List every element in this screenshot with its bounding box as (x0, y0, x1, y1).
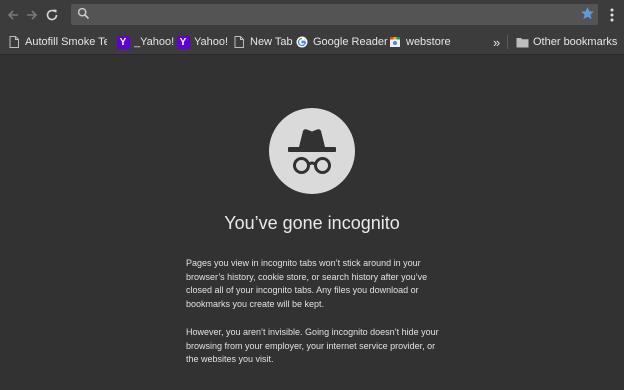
incognito-description: Pages you view in incognito tabs won’t s… (186, 258, 428, 309)
webstore-icon (388, 35, 402, 49)
folder-icon (515, 35, 529, 49)
google-icon (295, 35, 309, 49)
bookmark-autofill-smoke-test[interactable]: Autofill Smoke Te (7, 30, 107, 54)
page-title: You’ve gone incognito (224, 213, 400, 233)
bookmark-label: _Yahoo! (134, 36, 175, 48)
bookmark-label: Autofill Smoke Te (25, 36, 107, 48)
page-icon (232, 35, 246, 49)
search-icon (77, 7, 90, 25)
bookmark-google-reader[interactable]: Google Reader (295, 30, 388, 54)
bookmarks-overflow-button[interactable]: » (493, 30, 500, 54)
forward-arrow-icon (27, 10, 38, 20)
incognito-warning: However, you aren’t invisible. Going inc… (186, 327, 439, 364)
bookmark-label: Yahoo! (194, 36, 229, 48)
reload-button[interactable] (42, 5, 62, 25)
bookmark-yahoo-underscore[interactable]: Y _Yahoo! (116, 30, 174, 54)
bookmark-yahoo[interactable]: Y Yahoo! (176, 30, 228, 54)
bookmark-new-tab[interactable]: New Tab (232, 30, 293, 54)
bookmarks-divider (507, 35, 508, 49)
forward-button[interactable] (22, 5, 42, 25)
bookmark-star-icon[interactable] (580, 6, 595, 26)
back-button[interactable] (3, 5, 23, 25)
bookmarks-bar: Autofill Smoke Te Y _Yahoo! Y Yahoo! New… (0, 30, 624, 55)
yahoo-icon: Y (176, 35, 190, 49)
back-arrow-icon (7, 10, 18, 20)
chevron-double-right-icon: » (493, 34, 501, 50)
reload-icon (46, 9, 58, 21)
incognito-icon (269, 108, 355, 194)
omnibox[interactable] (71, 4, 598, 25)
other-bookmarks-folder[interactable]: Other bookmarks (515, 30, 617, 54)
bookmark-label: Google Reader (313, 36, 388, 48)
page-icon (7, 35, 21, 49)
bookmark-label: webstore (406, 36, 451, 48)
bookmark-webstore[interactable]: webstore (388, 30, 451, 54)
bookmark-label: New Tab (250, 36, 293, 48)
yahoo-icon: Y (116, 35, 130, 49)
browser-toolbar (0, 0, 624, 30)
bookmark-label: Other bookmarks (533, 36, 618, 48)
menu-button[interactable] (604, 5, 620, 25)
incognito-page: You’ve gone incognito Pages you view in … (0, 55, 624, 390)
more-vert-icon (610, 8, 614, 22)
